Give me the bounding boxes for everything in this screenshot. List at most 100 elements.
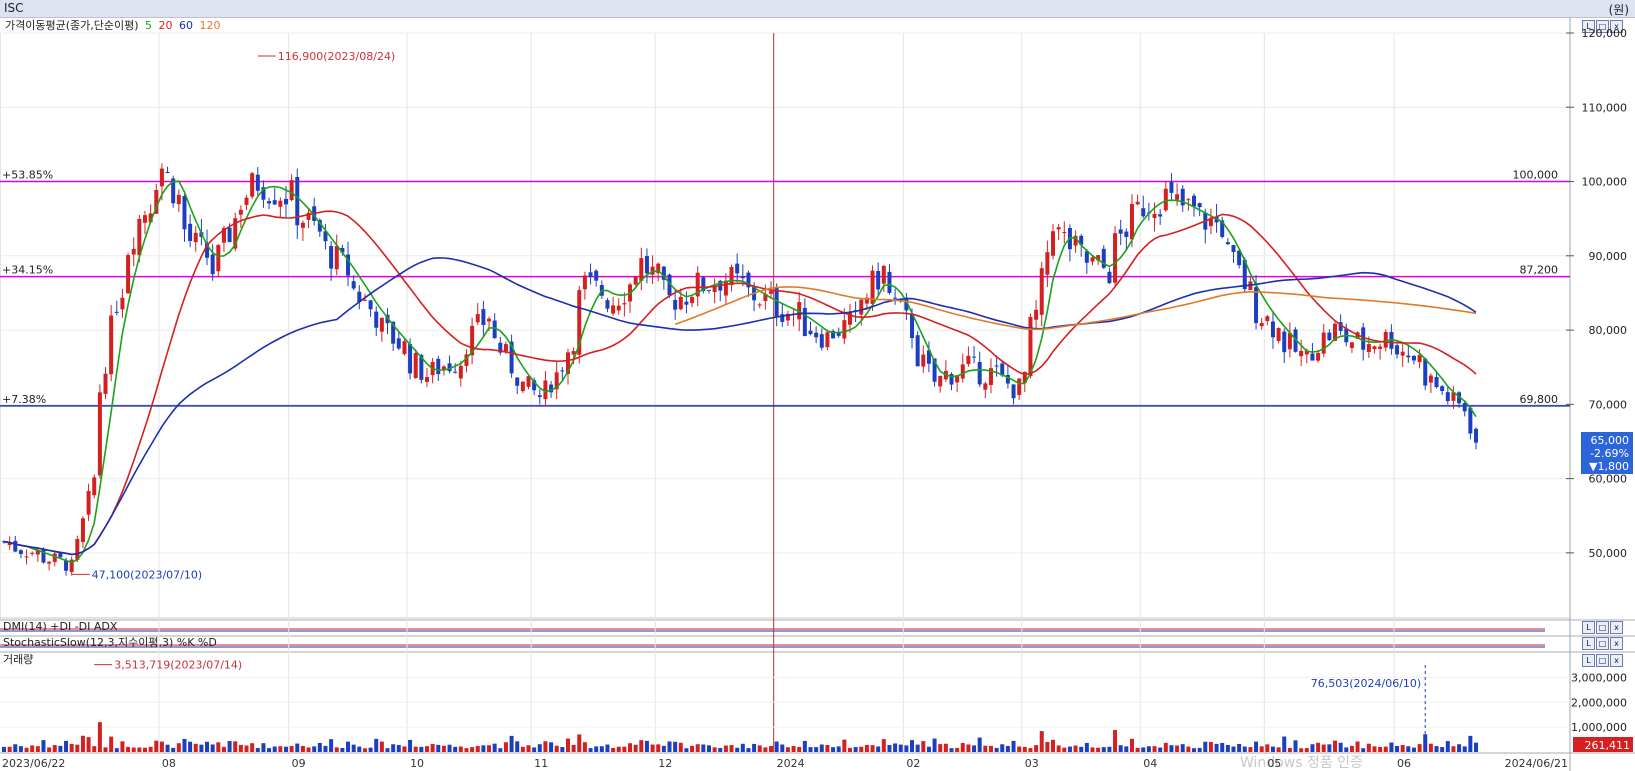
volume-bar	[633, 744, 638, 752]
candle-body	[1423, 358, 1428, 386]
candle-body	[176, 194, 181, 205]
volume-bar	[1366, 743, 1371, 752]
volume-bar	[1096, 747, 1101, 752]
volume-bar	[1158, 747, 1163, 752]
candle-body	[1265, 316, 1270, 322]
candle-body	[481, 309, 486, 326]
candle-body	[182, 195, 187, 230]
candle-body	[1175, 194, 1180, 200]
candle-body	[678, 297, 683, 310]
candle-body	[887, 271, 892, 293]
candle-body	[1231, 245, 1236, 252]
candle-body	[255, 174, 260, 191]
volume-bar	[317, 742, 322, 752]
candle-body	[639, 258, 644, 281]
moving-average-20-line	[3, 210, 1477, 556]
candle-body	[1135, 201, 1140, 205]
x-tick-label: 05	[1267, 757, 1281, 770]
candle-body	[80, 518, 85, 542]
candle-body	[64, 560, 69, 571]
candle-body	[413, 353, 418, 378]
volume-close-button[interactable]: x	[1610, 654, 1623, 667]
volume-bar	[560, 747, 565, 752]
volume-bar	[1034, 745, 1039, 752]
volume-bar	[346, 741, 351, 752]
volume-bar	[492, 743, 497, 752]
volume-bar	[1411, 747, 1416, 752]
volume-bar	[1011, 740, 1016, 752]
x-tick-label: 03	[1025, 757, 1039, 770]
dmi-maximize-button[interactable]: □	[1596, 621, 1609, 634]
volume-bar	[509, 735, 514, 752]
volume-bar	[859, 746, 864, 752]
candle-body	[1299, 350, 1304, 357]
volume-bar	[182, 738, 187, 752]
volume-bar	[1039, 731, 1044, 752]
candle-body	[1310, 353, 1315, 361]
candle-body	[983, 383, 988, 390]
volume-bar	[453, 746, 458, 752]
candle-body	[47, 561, 52, 564]
volume-bar	[763, 747, 768, 752]
volume-bar	[1242, 746, 1247, 752]
candle-body	[1192, 195, 1197, 207]
dmi-link-button[interactable]: L	[1582, 621, 1595, 634]
volume-bar	[1101, 747, 1106, 752]
volume-bar	[565, 738, 570, 752]
stoch-link-button[interactable]: L	[1582, 637, 1595, 650]
volume-bar	[972, 745, 977, 752]
volume-bar	[1389, 742, 1394, 752]
volume-bar	[1383, 746, 1388, 752]
volume-bar	[532, 747, 537, 752]
candle-body	[690, 297, 695, 304]
volume-bar	[419, 746, 424, 752]
volume-bar	[831, 747, 836, 752]
volume-bar	[1259, 746, 1264, 752]
candle-body	[1197, 203, 1202, 208]
volume-maximize-button[interactable]: □	[1596, 654, 1609, 667]
activation-watermark: Windows 정품 인증	[1240, 755, 1363, 771]
volume-bar	[656, 744, 661, 752]
volume-bar	[1028, 748, 1033, 752]
candle-body	[825, 332, 830, 348]
x-tick-label-start: 2023/06/22	[2, 757, 65, 770]
volume-link-button[interactable]: L	[1582, 654, 1595, 667]
price-tick-label: 80,000	[1589, 324, 1628, 337]
volume-panel-buttons: L □ x	[1582, 654, 1623, 667]
volume-bar	[977, 737, 982, 752]
candle-body	[859, 299, 864, 315]
candle-body	[966, 355, 971, 364]
candle-body	[1039, 268, 1044, 315]
stoch-maximize-button[interactable]: □	[1596, 637, 1609, 650]
candle-body	[1062, 231, 1067, 233]
volume-bar	[148, 746, 153, 752]
dmi-close-button[interactable]: x	[1610, 621, 1623, 634]
volume-bar	[210, 744, 215, 752]
chart-canvas[interactable]: 65,000 -2.69% ▼1,800 261,411 Windows 정품 …	[0, 0, 1635, 771]
candle-body	[210, 254, 215, 275]
candle-body	[1017, 378, 1022, 395]
x-tick-label: 08	[162, 757, 176, 770]
volume-bar	[24, 747, 29, 752]
volume-bar	[131, 747, 136, 752]
volume-bar	[1327, 744, 1332, 752]
volume-bar	[791, 746, 796, 752]
volume-bar	[255, 748, 260, 752]
volume-bar	[1141, 747, 1146, 752]
candle-body	[487, 318, 492, 322]
volume-bar	[362, 748, 367, 752]
stoch-close-button[interactable]: x	[1610, 637, 1623, 650]
volume-bar	[379, 741, 384, 752]
volume-bar	[447, 744, 452, 752]
volume-bar	[1321, 744, 1326, 752]
price-tick-label: 90,000	[1589, 250, 1628, 263]
low-annotation: 47,100(2023/07/10)	[92, 568, 202, 581]
volume-bar	[1005, 745, 1010, 752]
dmi-panel-buttons: L □ x	[1582, 621, 1623, 634]
volume-bar	[1045, 741, 1050, 752]
candle-body	[633, 276, 638, 285]
volume-bar	[910, 740, 915, 752]
volume-bar	[267, 748, 272, 752]
level-value-label: 69,800	[1520, 393, 1559, 406]
candle-body	[1406, 355, 1411, 358]
